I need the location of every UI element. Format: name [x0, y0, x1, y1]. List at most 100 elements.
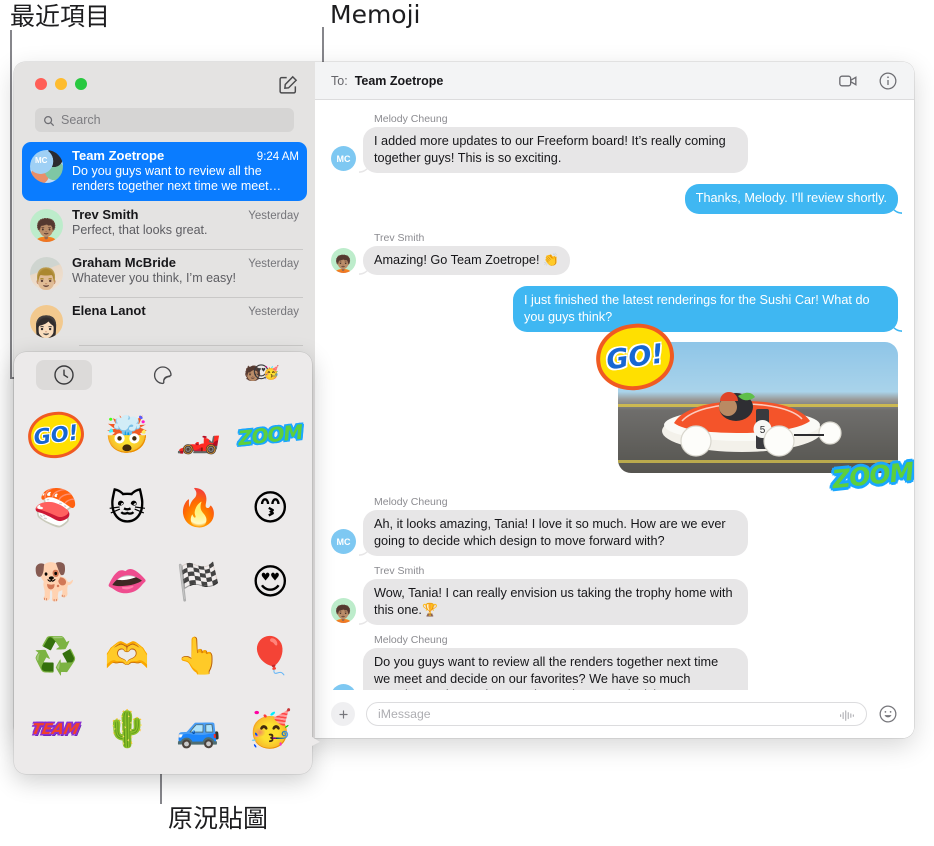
- race-car-illustration: 5: [662, 392, 842, 457]
- message-row: MC Melody Cheung I added more updates to…: [315, 106, 914, 173]
- sticker-team[interactable]: TEAM: [20, 692, 92, 766]
- message-sender: Trev Smith: [374, 231, 425, 244]
- message-row: Thanks, Melody. I’ll review shortly.: [315, 184, 914, 214]
- message-row: 🧑🏽‍🦱 Trev Smith Amazing! Go Team Zoetrop…: [315, 225, 914, 275]
- message-thread[interactable]: MC Melody Cheung I added more updates to…: [315, 100, 914, 690]
- message-input-placeholder: iMessage: [378, 707, 431, 721]
- message-row: 🧑🏽‍🦱 Trev Smith Wow, Tania! I can really…: [315, 558, 914, 625]
- conversation-item-elena-lanot[interactable]: 👩🏻 Elena Lanot Yesterday: [22, 297, 307, 346]
- sticker-zoom[interactable]: ZOOM: [235, 398, 307, 472]
- avatar: 🧑🏽‍🦱: [30, 209, 63, 242]
- conversation-preview: Perfect, that looks great.: [72, 223, 208, 237]
- conversation-name: Trev Smith: [72, 207, 139, 222]
- live-stickers-tab[interactable]: [113, 358, 212, 392]
- sticker-mind-blown-memoji[interactable]: 🤯: [92, 398, 164, 472]
- zoom-button[interactable]: [75, 78, 87, 90]
- memoji-faces-icon: 🧑🏽 😍 🥳: [244, 363, 280, 382]
- sticker-picker: 🧑🏽 😍 🥳 GO! 🤯 🏎️ ZOOM 🍣 🐱 🔥 😙 🐕 👄 🏁 😍 ♻️ …: [14, 352, 312, 774]
- conversation-name: Team Zoetrope: [72, 148, 165, 163]
- sticker-heart-hands-memoji[interactable]: 🫶: [92, 619, 164, 693]
- avatar: MC: [331, 146, 356, 171]
- plus-icon[interactable]: [331, 702, 355, 726]
- message-bubble[interactable]: I added more updates to our Freeform boa…: [363, 127, 748, 173]
- list-separator: [79, 345, 303, 346]
- to-label: To:: [331, 73, 348, 88]
- message-bubble[interactable]: Ah, it looks amazing, Tania! I love it s…: [363, 510, 748, 556]
- sticker-checkered-flag[interactable]: 🏁: [163, 545, 235, 619]
- group-avatar: MC: [30, 150, 63, 183]
- conversation-item-team-zoetrope[interactable]: MC Team Zoetrope 9:24 AM Do you guys wan…: [22, 142, 307, 201]
- sticker-blowing-kiss-memoji[interactable]: 😙: [235, 472, 307, 546]
- conversation-time: Yesterday: [248, 306, 299, 318]
- sticker-monster-mouth[interactable]: 👄: [92, 545, 164, 619]
- sticker-go[interactable]: GO!: [20, 398, 92, 472]
- avatar-initials: MC: [336, 536, 351, 547]
- avatar: 🧑🏽‍🦱: [331, 598, 356, 623]
- compose-icon[interactable]: [277, 74, 299, 96]
- message-bubble[interactable]: Wow, Tania! I can really envision us tak…: [363, 579, 748, 625]
- traffic-lights: [35, 78, 87, 90]
- sticker-race-car[interactable]: 🏎️: [163, 398, 235, 472]
- conversation-time: Yesterday: [248, 210, 299, 222]
- audio-waveform-icon[interactable]: [839, 708, 855, 721]
- sticker-recycle[interactable]: ♻️: [20, 619, 92, 693]
- video-camera-icon[interactable]: [838, 71, 858, 91]
- sticker-grid[interactable]: GO! 🤯 🏎️ ZOOM 🍣 🐱 🔥 😙 🐕 👄 🏁 😍 ♻️ 🫶 👆 🎈 T…: [14, 398, 312, 774]
- message-row: MC Melody Cheung Do you guys want to rev…: [315, 627, 914, 690]
- sticker-grumpy-cat[interactable]: 🐱: [92, 472, 164, 546]
- conversation-item-trev-smith[interactable]: 🧑🏽‍🦱 Trev Smith Yesterday Perfect, that …: [22, 201, 307, 250]
- sticker-blue-car[interactable]: 🚙: [163, 692, 235, 766]
- message-input[interactable]: iMessage: [366, 702, 867, 726]
- sticker-foam-finger[interactable]: 👆: [163, 619, 235, 693]
- callout-line-recents-vertical: [10, 30, 12, 378]
- sticker-hot-air-balloon[interactable]: 🎈: [235, 619, 307, 693]
- smiley-face-icon[interactable]: [878, 704, 898, 724]
- conversation-name: Graham McBride: [72, 255, 177, 270]
- conversation-name: Elena Lanot: [72, 303, 146, 318]
- sticker-dog-sunglasses[interactable]: 🐕: [20, 545, 92, 619]
- minimize-button[interactable]: [55, 78, 67, 90]
- sticker-picker-tabs: 🧑🏽 😍 🥳: [14, 352, 312, 398]
- conversation-header: To: Team Zoetrope: [315, 62, 914, 100]
- message-row: MC Melody Cheung Ah, it looks amazing, T…: [315, 489, 914, 556]
- sticker-cactus[interactable]: 🌵: [92, 692, 164, 766]
- conversation-pane: To: Team Zoetrope MC Melody Cheung I add…: [315, 62, 914, 738]
- search-placeholder: Search: [61, 113, 101, 127]
- clock-icon: [52, 363, 76, 387]
- search-icon: [43, 114, 55, 127]
- avatar-initials: MC: [336, 153, 351, 164]
- message-sender: Melody Cheung: [374, 496, 448, 508]
- conversation-item-graham-mcbride[interactable]: 👨🏼 Graham McBride Yesterday Whatever you…: [22, 249, 307, 298]
- sticker-flaming-car[interactable]: 🔥: [163, 472, 235, 546]
- memoji-tab[interactable]: 🧑🏽 😍 🥳: [213, 358, 312, 392]
- group-avatar-initials: MC: [35, 156, 48, 165]
- svg-text:5: 5: [760, 425, 766, 436]
- message-sender: Melody Cheung: [374, 634, 448, 646]
- sticker-peel-icon: [151, 363, 175, 387]
- avatar: 👨🏼: [30, 257, 63, 290]
- conversation-time: 9:24 AM: [256, 151, 299, 163]
- close-button[interactable]: [35, 78, 47, 90]
- avatar: 🧑🏽‍🦱: [331, 248, 356, 273]
- message-bubble[interactable]: I just finished the latest renderings fo…: [513, 286, 898, 332]
- message-row: I just finished the latest renderings fo…: [315, 286, 914, 332]
- message-bubble[interactable]: Amazing! Go Team Zoetrope! 👏: [363, 245, 570, 275]
- avatar: 👩🏻: [30, 305, 63, 338]
- message-composer: iMessage: [315, 690, 914, 738]
- conversation-preview: Do you guys want to review all the rende…: [72, 164, 282, 193]
- recents-tab[interactable]: [14, 358, 113, 392]
- sticker-party-memoji[interactable]: 🥳: [235, 692, 307, 766]
- callout-label-memoji: Memoji: [330, 0, 421, 29]
- conversation-time: Yesterday: [248, 258, 299, 270]
- callout-label-live-stickers: 原況貼圖: [168, 804, 269, 833]
- message-row-attachment: 5 GO! ZOOM: [315, 319, 914, 494]
- conversation-preview: Whatever you think, I’m easy!: [72, 271, 236, 285]
- message-bubble[interactable]: Do you guys want to review all the rende…: [363, 648, 748, 690]
- search-input[interactable]: Search: [35, 108, 294, 132]
- message-bubble[interactable]: Thanks, Melody. I’ll review shortly.: [684, 184, 898, 214]
- sticker-sushi[interactable]: 🍣: [20, 472, 92, 546]
- sticker-heart-eyes-memoji[interactable]: 😍: [235, 545, 307, 619]
- info-circle-icon[interactable]: [878, 71, 898, 91]
- avatar: MC: [331, 529, 356, 554]
- recipient-name[interactable]: Team Zoetrope: [355, 74, 444, 88]
